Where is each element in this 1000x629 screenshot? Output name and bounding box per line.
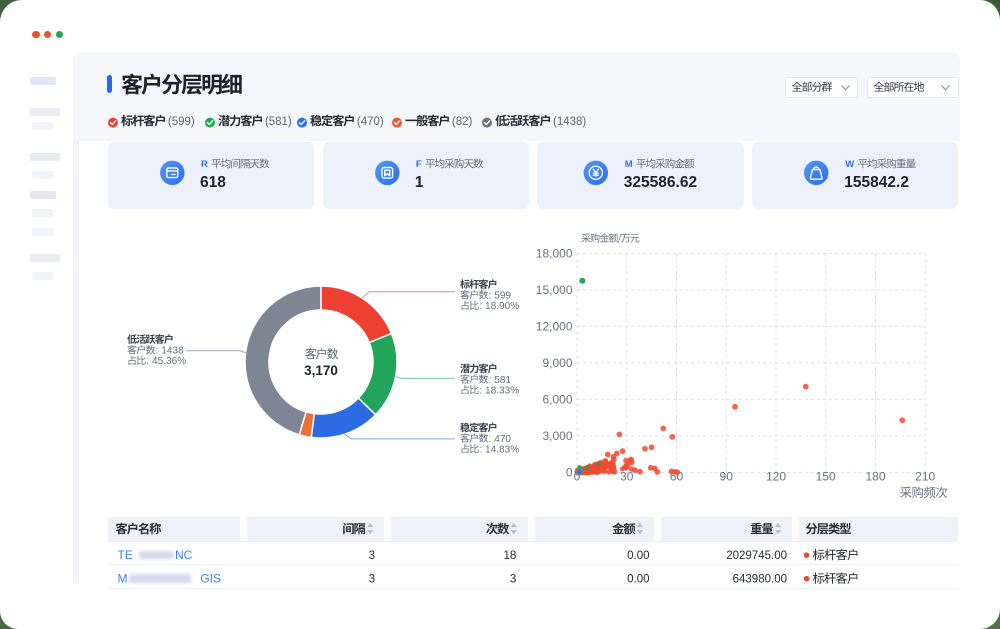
svg-text:18,000: 18,000 <box>536 247 573 261</box>
svg-text:(1438): (1438) <box>553 116 586 128</box>
svg-text:M: M <box>625 159 633 170</box>
svg-text:: 1438: : 1438 <box>156 346 184 357</box>
svg-text:3,000: 3,000 <box>542 429 572 443</box>
svg-text:NC: NC <box>175 548 193 562</box>
svg-text:9,000: 9,000 <box>542 356 572 370</box>
svg-text:F: F <box>416 159 422 170</box>
svg-text:3: 3 <box>369 574 375 586</box>
svg-text:90: 90 <box>720 470 734 484</box>
svg-text:1: 1 <box>415 174 424 191</box>
svg-text:12,000: 12,000 <box>536 320 573 334</box>
svg-text:120: 120 <box>766 470 786 484</box>
svg-text:0.00: 0.00 <box>627 574 649 586</box>
svg-text:0: 0 <box>566 466 573 480</box>
svg-text:GIS: GIS <box>200 572 221 586</box>
svg-text:: 581: : 581 <box>489 375 512 386</box>
svg-text:210: 210 <box>915 470 935 484</box>
svg-text:15,000: 15,000 <box>536 283 573 297</box>
svg-text:6,000: 6,000 <box>542 393 572 407</box>
svg-text:W: W <box>845 159 854 170</box>
svg-text:18: 18 <box>504 550 517 562</box>
svg-text:150: 150 <box>816 470 836 484</box>
svg-text:3,170: 3,170 <box>304 363 338 378</box>
svg-text:3: 3 <box>369 550 375 562</box>
svg-text:: 599: : 599 <box>489 291 512 302</box>
svg-text:0.00: 0.00 <box>627 550 649 562</box>
svg-text:: 18.90%: : 18.90% <box>479 301 519 312</box>
svg-text:(599): (599) <box>168 116 195 128</box>
svg-text:: 45.36%: : 45.36% <box>146 356 186 367</box>
svg-text:643980.00: 643980.00 <box>733 574 787 586</box>
svg-text:TE: TE <box>118 548 133 562</box>
svg-text:: 470: : 470 <box>489 434 512 445</box>
svg-text:(82): (82) <box>452 116 473 128</box>
svg-text:: 18.33%: : 18.33% <box>479 385 519 396</box>
svg-text:2029745.00: 2029745.00 <box>726 550 787 562</box>
svg-text:155842.2: 155842.2 <box>844 174 909 191</box>
svg-text:180: 180 <box>865 470 885 484</box>
svg-text:3: 3 <box>510 574 516 586</box>
svg-text:325586.62: 325586.62 <box>624 174 697 191</box>
svg-text:(581): (581) <box>265 116 292 128</box>
svg-text:618: 618 <box>200 174 226 191</box>
svg-text:(470): (470) <box>357 116 384 128</box>
svg-text:M: M <box>118 572 128 586</box>
svg-text:R: R <box>201 159 208 170</box>
svg-text:: 14.83%: : 14.83% <box>479 444 519 455</box>
